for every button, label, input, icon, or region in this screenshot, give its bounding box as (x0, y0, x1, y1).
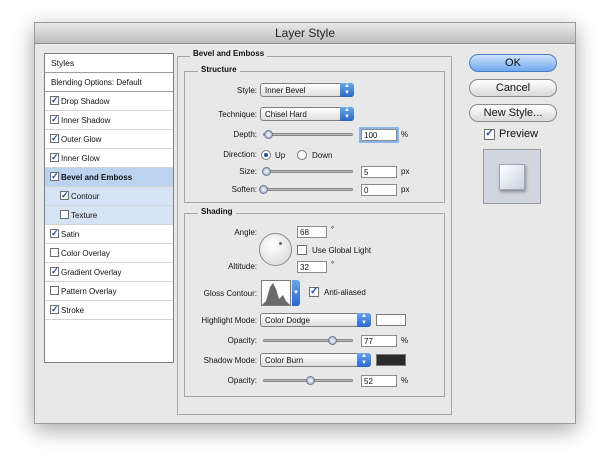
sidebar-item-drop-shadow[interactable]: ✓ Drop Shadow (45, 92, 173, 111)
altitude-label: Altitude: (228, 262, 257, 271)
bevel-and-emboss-checkbox[interactable]: ✓ (50, 172, 59, 181)
global-light-label: Use Global Light (312, 246, 372, 255)
size-field[interactable]: 5 (361, 166, 397, 178)
ok-button[interactable]: OK (469, 54, 557, 72)
style-preview-swatch (483, 149, 541, 204)
bevel-emboss-title: Bevel and Emboss (190, 49, 268, 58)
styles-list: Styles Blending Options: Default ✓ Drop S… (44, 53, 174, 363)
highlight-opacity-field[interactable]: 77 (361, 335, 397, 347)
highlight-color-swatch[interactable] (376, 314, 406, 326)
satin-checkbox[interactable]: ✓ (50, 229, 59, 238)
size-slider[interactable] (263, 170, 353, 173)
highlight-opacity-slider[interactable] (263, 339, 353, 342)
shadow-mode-popup[interactable]: Color Burn ▲ ▼ (260, 353, 371, 367)
popup-arrows-icon: ▲ ▼ (357, 313, 371, 327)
sidebar-item-inner-glow[interactable]: ✓ Inner Glow (45, 149, 173, 168)
texture-checkbox[interactable] (60, 210, 69, 219)
sidebar-item-color-overlay[interactable]: Color Overlay (45, 244, 173, 263)
sidebar-item-stroke[interactable]: ✓ Stroke (45, 301, 173, 320)
angle-unit: ° (331, 225, 335, 234)
sidebar-item-texture[interactable]: Texture (45, 206, 173, 225)
technique-popup[interactable]: Chisel Hard ▲ ▼ (260, 107, 354, 121)
size-unit: px (401, 167, 410, 176)
global-light-checkbox[interactable] (297, 245, 307, 255)
anti-aliased-label: Anti-aliased (324, 288, 366, 297)
highlight-opacity-label: Opacity: (227, 336, 257, 345)
gloss-contour-picker[interactable] (261, 280, 291, 306)
gloss-contour-label: Gloss Contour: (203, 289, 257, 298)
shadow-opacity-unit: % (401, 376, 409, 385)
dialog-title: Layer Style (35, 23, 575, 44)
depth-field[interactable]: 100 (361, 129, 397, 141)
shadow-opacity-field[interactable]: 52 (361, 375, 397, 387)
sidebar-item-inner-shadow[interactable]: ✓ Inner Shadow (45, 111, 173, 130)
direction-up-radio[interactable] (261, 150, 271, 160)
sidebar-item-contour[interactable]: ✓ Contour (45, 187, 173, 206)
shadow-opacity-thumb[interactable] (305, 376, 315, 385)
anti-aliased-checkbox[interactable]: ✓ (309, 287, 319, 297)
shading-group (184, 213, 445, 397)
gloss-contour-dropdown-icon[interactable]: ▼ (292, 280, 300, 306)
altitude-unit: ° (331, 260, 335, 269)
shading-title: Shading (198, 207, 236, 216)
style-popup[interactable]: Inner Bevel ▲ ▼ (260, 83, 354, 97)
depth-label: Depth: (233, 130, 257, 139)
shadow-opacity-label: Opacity: (227, 376, 257, 385)
direction-up-label: Up (275, 151, 286, 160)
soften-field[interactable]: 0 (361, 184, 397, 196)
inner-glow-checkbox[interactable]: ✓ (50, 153, 59, 162)
direction-label: Direction: (223, 150, 257, 159)
shadow-mode-label: Shadow Mode: (203, 356, 257, 365)
popup-arrows-icon: ▲ ▼ (340, 83, 354, 97)
style-label: Style: (236, 86, 257, 95)
popup-arrows-icon: ▲ ▼ (357, 353, 371, 367)
preview-square (499, 164, 525, 190)
structure-title: Structure (198, 65, 240, 74)
highlight-mode-popup[interactable]: Color Dodge ▲ ▼ (260, 313, 371, 327)
sidebar-item-satin[interactable]: ✓ Satin (45, 225, 173, 244)
angle-dial[interactable] (259, 233, 292, 266)
blending-options-item[interactable]: Blending Options: Default (45, 73, 173, 92)
angle-field[interactable]: 68 (297, 226, 327, 238)
depth-slider[interactable] (263, 133, 353, 136)
soften-label: Soften: (231, 185, 257, 194)
soften-slider-thumb[interactable] (259, 185, 268, 194)
technique-label: Technique: (218, 110, 257, 119)
popup-arrows-icon: ▲ ▼ (340, 107, 354, 121)
preview-checkbox[interactable]: ✓ (484, 129, 495, 140)
stroke-checkbox[interactable]: ✓ (50, 305, 59, 314)
gloss-contour-curve-icon (262, 283, 290, 305)
preview-label: Preview (499, 128, 539, 140)
direction-down-radio[interactable] (297, 150, 307, 160)
color-overlay-checkbox[interactable] (50, 248, 59, 257)
styles-header[interactable]: Styles (45, 54, 173, 73)
contour-checkbox[interactable]: ✓ (60, 191, 69, 200)
altitude-field[interactable]: 32 (297, 261, 327, 273)
soften-unit: px (401, 185, 410, 194)
outer-glow-checkbox[interactable]: ✓ (50, 134, 59, 143)
shadow-color-swatch[interactable] (376, 354, 406, 366)
drop-shadow-checkbox[interactable]: ✓ (50, 96, 59, 105)
cancel-button[interactable]: Cancel (469, 79, 557, 97)
sidebar-item-gradient-overlay[interactable]: ✓ Gradient Overlay (45, 263, 173, 282)
layer-style-dialog: Layer Style Styles Blending Options: Def… (34, 22, 576, 424)
direction-down-label: Down (312, 151, 333, 160)
new-style-button[interactable]: New Style... (469, 104, 557, 122)
size-slider-thumb[interactable] (261, 167, 271, 176)
depth-unit: % (401, 130, 409, 139)
gradient-overlay-checkbox[interactable]: ✓ (50, 267, 59, 276)
angle-label: Angle: (234, 228, 257, 237)
highlight-mode-label: Highlight Mode: (201, 316, 257, 325)
soften-slider[interactable] (263, 188, 353, 191)
pattern-overlay-checkbox[interactable] (50, 286, 59, 295)
highlight-opacity-unit: % (401, 336, 409, 345)
sidebar-item-outer-glow[interactable]: ✓ Outer Glow (45, 130, 173, 149)
inner-shadow-checkbox[interactable]: ✓ (50, 115, 59, 124)
sidebar-item-pattern-overlay[interactable]: Pattern Overlay (45, 282, 173, 301)
size-label: Size: (239, 167, 257, 176)
sidebar-item-bevel-and-emboss[interactable]: ✓ Bevel and Emboss (45, 168, 173, 187)
